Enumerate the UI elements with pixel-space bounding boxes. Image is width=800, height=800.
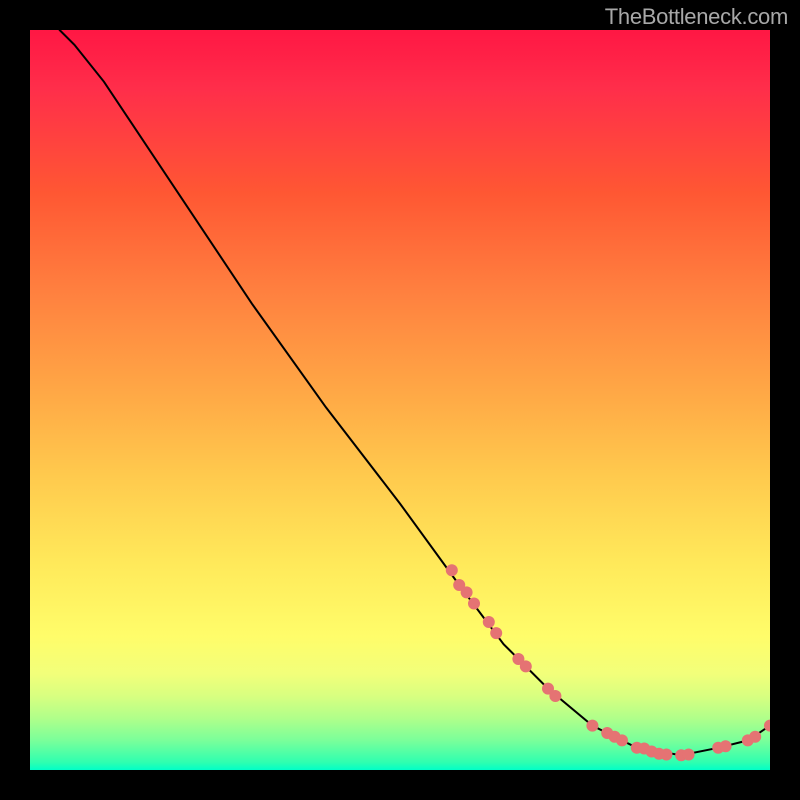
data-point <box>712 742 724 754</box>
data-point <box>720 740 732 752</box>
data-point <box>453 579 465 591</box>
data-point <box>483 616 495 628</box>
data-point <box>749 731 761 743</box>
data-point <box>609 731 621 743</box>
data-point <box>631 742 643 754</box>
data-point <box>549 690 561 702</box>
data-point-markers <box>446 564 770 761</box>
data-point <box>653 748 665 760</box>
data-point <box>468 598 480 610</box>
data-point <box>683 749 695 761</box>
data-point <box>616 734 628 746</box>
data-point <box>542 683 554 695</box>
data-point <box>646 746 658 758</box>
data-point <box>764 720 770 732</box>
data-point <box>490 627 502 639</box>
data-point <box>742 734 754 746</box>
data-point <box>446 564 458 576</box>
data-point <box>512 653 524 665</box>
data-point <box>586 720 598 732</box>
data-point <box>675 749 687 761</box>
chart-svg <box>30 30 770 770</box>
chart-gradient-background <box>30 30 770 770</box>
data-point <box>601 727 613 739</box>
bottleneck-curve <box>60 30 770 755</box>
data-point <box>520 660 532 672</box>
watermark-text: TheBottleneck.com <box>605 4 788 30</box>
data-point <box>660 749 672 761</box>
data-point <box>638 743 650 755</box>
data-point <box>461 586 473 598</box>
